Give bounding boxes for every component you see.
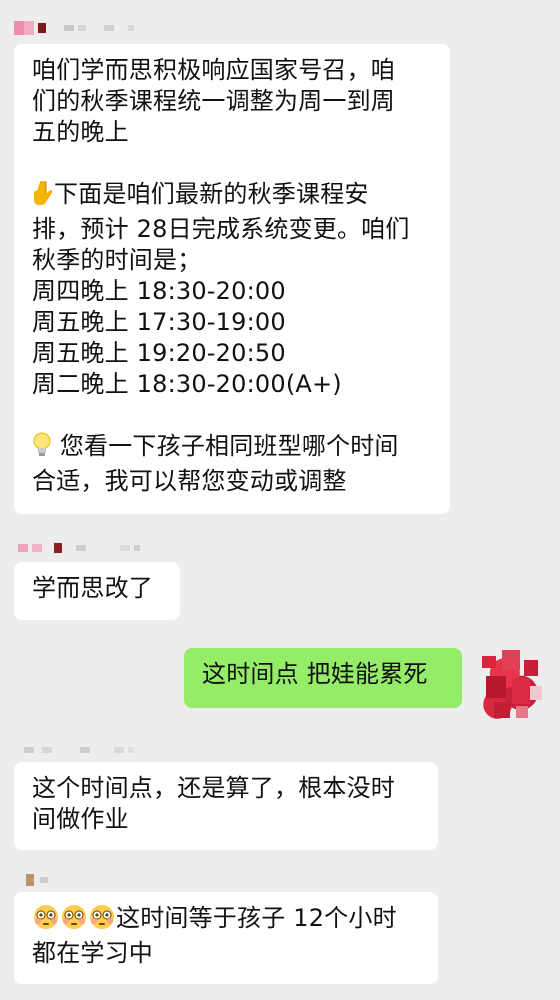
message-bubble[interactable]: 这个时间点，还是算了，根本没时 间做作业 [14,762,438,850]
chat-area[interactable]: 咱们学而思积极响应国家号召，咱 们的秋季课程统一调整为周一到周 五的晚上 下面是… [0,0,560,1000]
flushed-face-icon [60,904,88,938]
message-text: 这时间等于孩子 12个小时 [116,904,397,932]
message-line: 五的晚上 [32,118,129,146]
flushed-face-icon [88,904,116,938]
message-line: 这个时间点，还是算了，根本没时 [32,774,395,802]
message-line: 周五晚上 17:30-19:00 [32,308,286,336]
message-text: 您看一下孩子相同班型哪个时间 [52,432,399,460]
message-line-empty [32,148,432,179]
message-line: 排，预计 28日完成系统变更。咱们 [32,215,410,243]
message-bubble[interactable]: 这时间等于孩子 12个小时 都在学习中 [14,892,438,984]
message-line: 您看一下孩子相同班型哪个时间 [32,431,432,466]
message-line: 周五晚上 19:20-20:50 [32,339,286,367]
message-line: 合适，我可以帮您变动或调整 [32,467,347,495]
light-bulb-icon [32,432,52,466]
message-text: 下面是咱们最新的秋季课程安 [54,180,369,208]
message-line-empty [32,400,432,431]
sender-name-blurred [26,872,48,888]
message-line: 咱们学而思积极响应国家号召，咱 [32,56,395,84]
sender-name-blurred [24,742,134,758]
message-line: 这时间点 把娃能累死 [202,660,428,688]
message-line: 这时间等于孩子 12个小时 [32,903,420,938]
message-line: 学而思改了 [32,574,153,602]
message-line: 都在学习中 [32,939,153,967]
message-bubble-outgoing[interactable]: 这时间点 把娃能累死 [184,648,462,708]
sender-name-blurred [18,540,140,556]
message-line: 下面是咱们最新的秋季课程安 [32,179,432,214]
flushed-face-icon [32,904,60,938]
avatar[interactable] [476,646,548,724]
message-bubble[interactable]: 学而思改了 [14,562,180,620]
message-line: 们的秋季课程统一调整为周一到周 [32,87,395,115]
message-line: 周二晚上 18:30-20:00(A+) [32,370,342,398]
message-bubble[interactable]: 咱们学而思积极响应国家号召，咱 们的秋季课程统一调整为周一到周 五的晚上 下面是… [14,44,450,514]
backhand-index-pointing-down-icon [32,180,54,214]
message-line: 间做作业 [32,805,129,833]
message-line: 周四晚上 18:30-20:00 [32,277,286,305]
message-line: 秋季的时间是； [32,246,202,274]
sender-name-blurred [14,20,134,36]
